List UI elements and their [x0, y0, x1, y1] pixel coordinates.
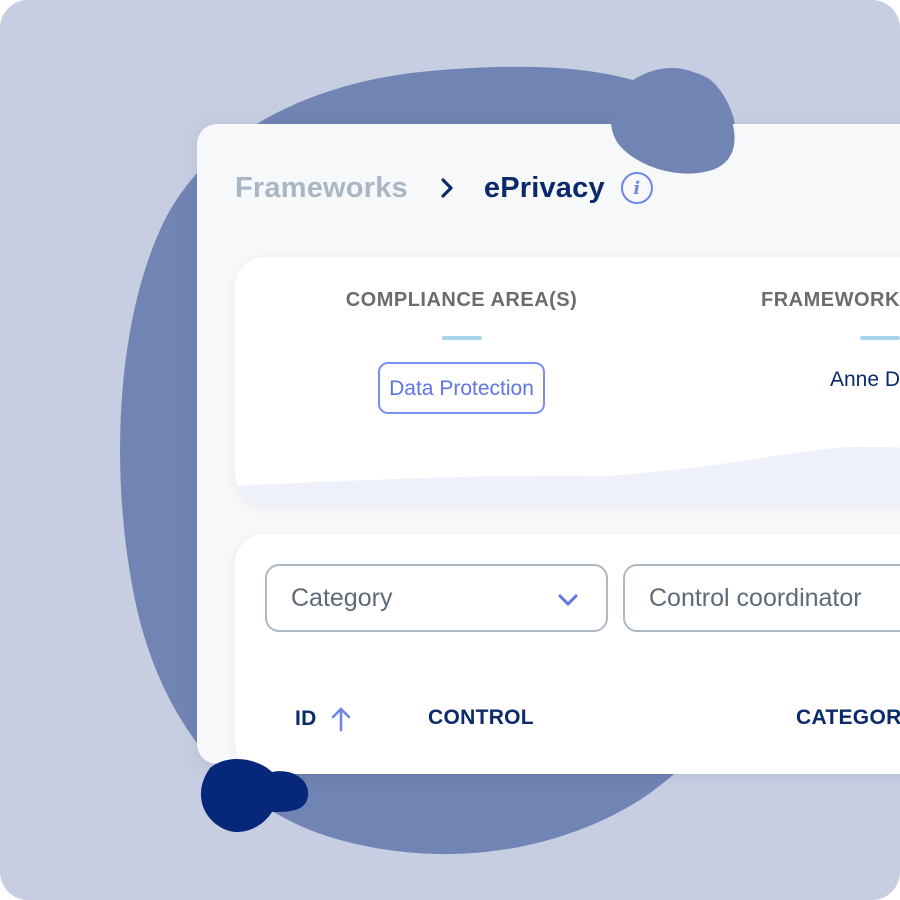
category-filter-select[interactable]: Category — [265, 564, 608, 632]
framework-owner-section: FRAMEWORK Anne D — [761, 289, 900, 392]
column-header-id-label: ID — [295, 707, 317, 730]
framework-owner-title: FRAMEWORK — [761, 289, 900, 311]
breadcrumb-current-page: ePrivacy — [483, 171, 605, 204]
compliance-area-tag[interactable]: Data Protection — [378, 362, 545, 414]
title-underline — [860, 336, 900, 340]
controls-table-card: Category Control coordinator ID CONTROL … — [235, 534, 900, 774]
chevron-right-icon — [438, 176, 456, 200]
compliance-area-section: COMPLIANCE AREA(S) Data Protection — [339, 289, 584, 414]
control-coordinator-filter-select[interactable]: Control coordinator — [623, 564, 900, 632]
framework-panel: Frameworks ePrivacy i COMPLIANCE AREA(S)… — [197, 124, 900, 774]
compliance-area-title: COMPLIANCE AREA(S) — [345, 289, 578, 311]
control-coordinator-placeholder: Control coordinator — [649, 583, 862, 612]
info-icon[interactable]: i — [620, 172, 653, 204]
column-header-id[interactable]: ID — [295, 706, 352, 732]
column-header-category[interactable]: CATEGOR — [796, 706, 900, 730]
summary-wave-decoration — [235, 446, 900, 504]
breadcrumb: Frameworks ePrivacy i — [235, 168, 653, 208]
arrow-up-icon[interactable] — [330, 706, 352, 732]
breadcrumb-frameworks-link[interactable]: Frameworks — [235, 172, 408, 205]
title-underline — [441, 336, 482, 340]
category-filter-placeholder: Category — [291, 583, 393, 612]
column-header-control[interactable]: CONTROL — [428, 706, 534, 730]
illustration-stage: Frameworks ePrivacy i COMPLIANCE AREA(S)… — [0, 0, 900, 900]
framework-owner-name: Anne D — [830, 368, 900, 391]
chevron-down-icon — [558, 594, 578, 606]
framework-summary-card: COMPLIANCE AREA(S) Data Protection FRAME… — [235, 257, 900, 504]
